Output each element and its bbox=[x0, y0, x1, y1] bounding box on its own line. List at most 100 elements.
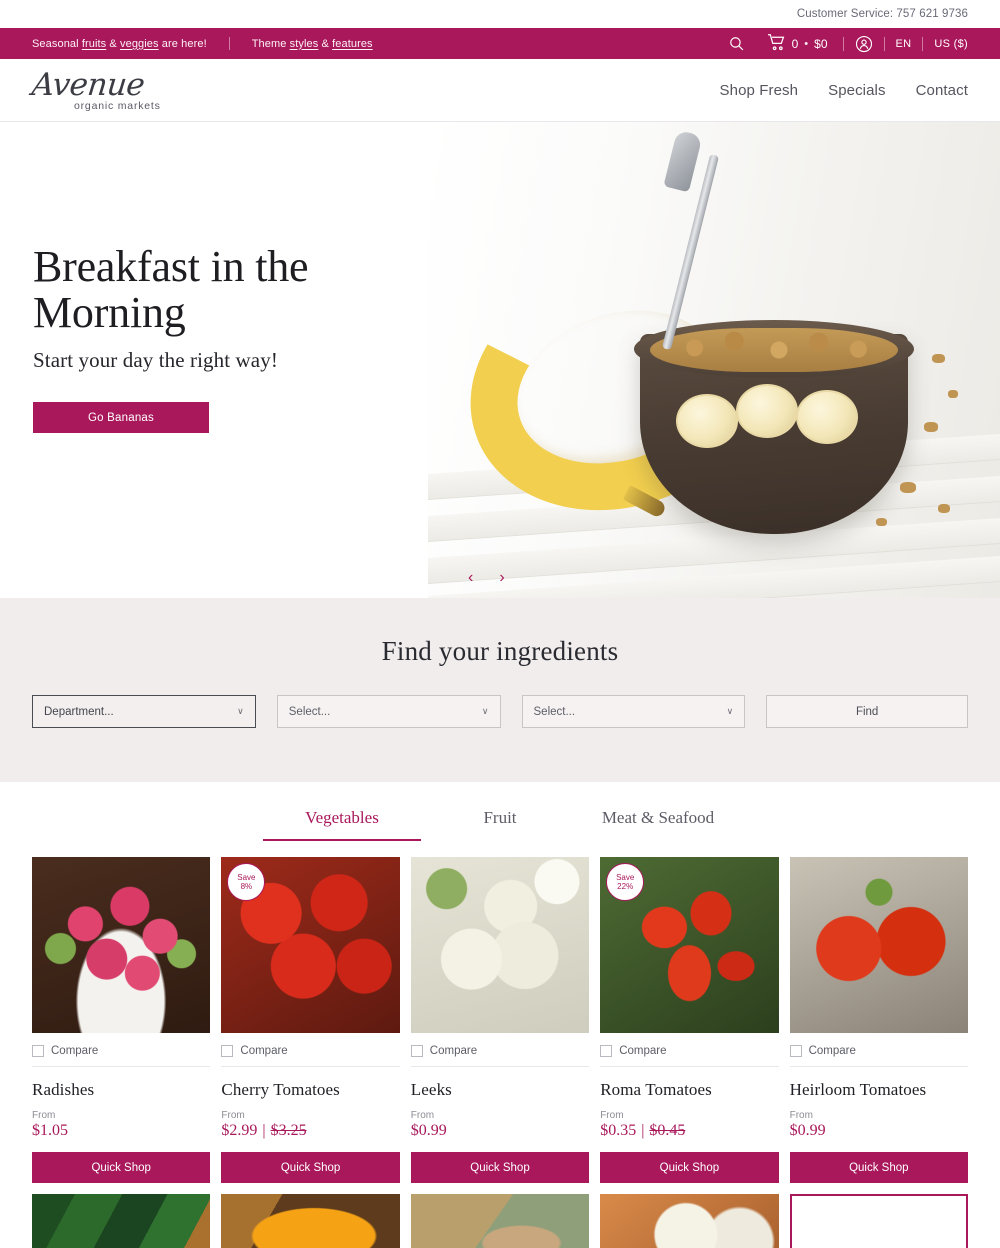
find-button[interactable]: Find bbox=[766, 695, 968, 728]
cart-total: $0 bbox=[814, 36, 828, 51]
product-image-cherry-tomatoes[interactable]: Save 8% bbox=[221, 857, 400, 1033]
logo-name: Avenue bbox=[30, 67, 147, 103]
product-image-heirloom-tomatoes[interactable] bbox=[789, 857, 968, 1033]
promo-actions: 0 • $0 EN US ($) bbox=[728, 33, 968, 54]
compare-label: Compare bbox=[619, 1045, 667, 1057]
seasonal-mid: & bbox=[106, 37, 121, 50]
filter-select-3[interactable]: Select... ∨ bbox=[521, 695, 746, 728]
quick-shop-button[interactable]: Quick Shop bbox=[600, 1152, 779, 1183]
cart-summary[interactable]: 0 • $0 bbox=[767, 33, 828, 54]
nav-item-shop-fresh[interactable]: Shop Fresh bbox=[720, 82, 799, 99]
promo-messages: Seasonal fruits & veggies are here! Them… bbox=[32, 37, 373, 50]
price-separator: | bbox=[262, 1122, 266, 1139]
product-name[interactable]: Heirloom Tomatoes bbox=[790, 1080, 968, 1100]
seasonal-prefix: Seasonal bbox=[32, 37, 82, 50]
compare-checkbox[interactable] bbox=[600, 1045, 613, 1057]
product-image-onions[interactable] bbox=[600, 1194, 779, 1248]
product-price: $0.35 | $0.45 bbox=[600, 1122, 778, 1140]
compare-checkbox[interactable] bbox=[32, 1045, 44, 1057]
chevron-down-icon: ∨ bbox=[237, 706, 244, 716]
chevron-down-icon: ∨ bbox=[481, 706, 489, 716]
theme-prefix: Theme bbox=[251, 37, 290, 50]
product-price: $0.99 bbox=[411, 1122, 589, 1140]
nav-item-contact[interactable]: Contact bbox=[916, 82, 968, 99]
site-logo[interactable]: Avenue organic markets bbox=[30, 67, 161, 112]
department-select[interactable]: Department... ∨ bbox=[32, 695, 256, 728]
product-image-cucumbers[interactable] bbox=[32, 1194, 211, 1248]
filter-select-2[interactable]: Select... ∨ bbox=[276, 695, 501, 728]
hero-copy: Breakfast in the Morning Start your day … bbox=[33, 243, 453, 434]
product-image-roma-tomatoes[interactable]: Save 22% bbox=[600, 857, 779, 1033]
tab-vegetables[interactable]: Vegetables bbox=[263, 802, 421, 841]
main-header: Avenue organic markets Shop Fresh Specia… bbox=[0, 59, 1000, 122]
product-name[interactable]: Radishes bbox=[32, 1080, 210, 1100]
divider-3 bbox=[922, 36, 924, 51]
hero-cta-button[interactable]: Go Bananas bbox=[33, 402, 209, 434]
product-name[interactable]: Roma Tomatoes bbox=[600, 1080, 778, 1100]
product-name[interactable]: Cherry Tomatoes bbox=[221, 1080, 399, 1100]
hero-image-breakfast-bowl bbox=[428, 122, 1000, 598]
product-from-label: From bbox=[410, 1110, 435, 1121]
account-icon[interactable] bbox=[855, 35, 873, 53]
product-image-radishes[interactable] bbox=[32, 857, 211, 1033]
category-tabs: Vegetables Fruit Meat & Seafood bbox=[0, 782, 1000, 841]
styles-link[interactable]: styles bbox=[290, 38, 319, 50]
carousel-controls: ‹ › bbox=[468, 570, 505, 586]
tab-meat-seafood[interactable]: Meat & Seafood bbox=[579, 802, 737, 841]
compare-checkbox[interactable] bbox=[221, 1045, 234, 1057]
product-price: $0.99 bbox=[790, 1122, 968, 1140]
veggies-link[interactable]: veggies bbox=[120, 38, 159, 50]
fruits-link[interactable]: fruits bbox=[82, 38, 106, 50]
product-image-squash[interactable] bbox=[221, 1194, 400, 1248]
save-badge-percent: 8% bbox=[240, 882, 253, 891]
save-badge-word: Save bbox=[237, 872, 256, 882]
quick-shop-button[interactable]: Quick Shop bbox=[789, 1152, 968, 1183]
product-grid: Compare Radishes From $1.05 Quick Shop S… bbox=[0, 841, 1000, 1183]
carousel-prev-icon[interactable]: ‹ bbox=[468, 570, 473, 586]
language-selector[interactable]: EN bbox=[896, 38, 912, 50]
compare-row: Compare bbox=[221, 1033, 400, 1067]
chevron-down-icon: ∨ bbox=[726, 706, 734, 716]
compare-row: Compare bbox=[410, 1033, 590, 1067]
quick-shop-button[interactable]: Quick Shop bbox=[221, 1152, 400, 1183]
product-from-label: From bbox=[32, 1110, 56, 1121]
seasonal-suffix: are here! bbox=[158, 37, 207, 50]
product-price-current: $0.99 bbox=[410, 1122, 447, 1139]
theme-mid: & bbox=[318, 37, 333, 50]
compare-checkbox[interactable] bbox=[789, 1045, 802, 1057]
product-card: Compare Leeks From $0.99 Quick Shop bbox=[410, 857, 590, 1183]
product-from-label: From bbox=[600, 1110, 624, 1121]
search-icon[interactable] bbox=[728, 35, 745, 52]
utility-bar: Customer Service: 757 621 9736 bbox=[0, 0, 1000, 28]
save-badge-word: Save bbox=[616, 872, 635, 882]
features-link[interactable]: features bbox=[332, 38, 373, 50]
hero-carousel: Breakfast in the Morning Start your day … bbox=[0, 122, 1000, 598]
quick-shop-button[interactable]: Quick Shop bbox=[32, 1152, 211, 1183]
product-image-leeks[interactable] bbox=[410, 857, 590, 1033]
currency-selector[interactable]: US ($) bbox=[934, 38, 968, 50]
product-price-current: $1.05 bbox=[32, 1122, 68, 1139]
nav-item-specials[interactable]: Specials bbox=[828, 82, 886, 99]
tab-fruit[interactable]: Fruit bbox=[421, 802, 579, 841]
ingredient-finder: Find your ingredients Department... ∨ Se… bbox=[0, 598, 1000, 782]
product-price-current: $0.99 bbox=[789, 1122, 826, 1139]
product-card-highlighted[interactable] bbox=[789, 1194, 968, 1248]
compare-checkbox[interactable] bbox=[410, 1045, 423, 1057]
carousel-next-icon[interactable]: › bbox=[499, 570, 504, 586]
quick-shop-button[interactable]: Quick Shop bbox=[410, 1152, 590, 1183]
product-image-garlic[interactable] bbox=[410, 1194, 590, 1248]
finder-title: Find your ingredients bbox=[381, 636, 619, 666]
cart-icon bbox=[767, 33, 786, 54]
save-badge: Save 22% bbox=[606, 863, 645, 901]
customer-service-text: Customer Service: 757 621 9736 bbox=[796, 8, 968, 20]
finder-controls: Department... ∨ Select... ∨ Select... ∨ … bbox=[32, 695, 968, 728]
divider-1 bbox=[842, 36, 844, 51]
filter-select-2-value: Select... bbox=[288, 705, 331, 718]
product-name[interactable]: Leeks bbox=[411, 1080, 589, 1100]
cart-separator-dot: • bbox=[804, 37, 809, 50]
product-card: Compare Heirloom Tomatoes From $0.99 Qui… bbox=[789, 857, 968, 1183]
compare-label: Compare bbox=[429, 1045, 478, 1057]
product-price-original: $3.25 bbox=[270, 1122, 307, 1139]
hero-subtitle: Start your day the right way! bbox=[33, 348, 278, 373]
compare-label: Compare bbox=[240, 1045, 288, 1057]
